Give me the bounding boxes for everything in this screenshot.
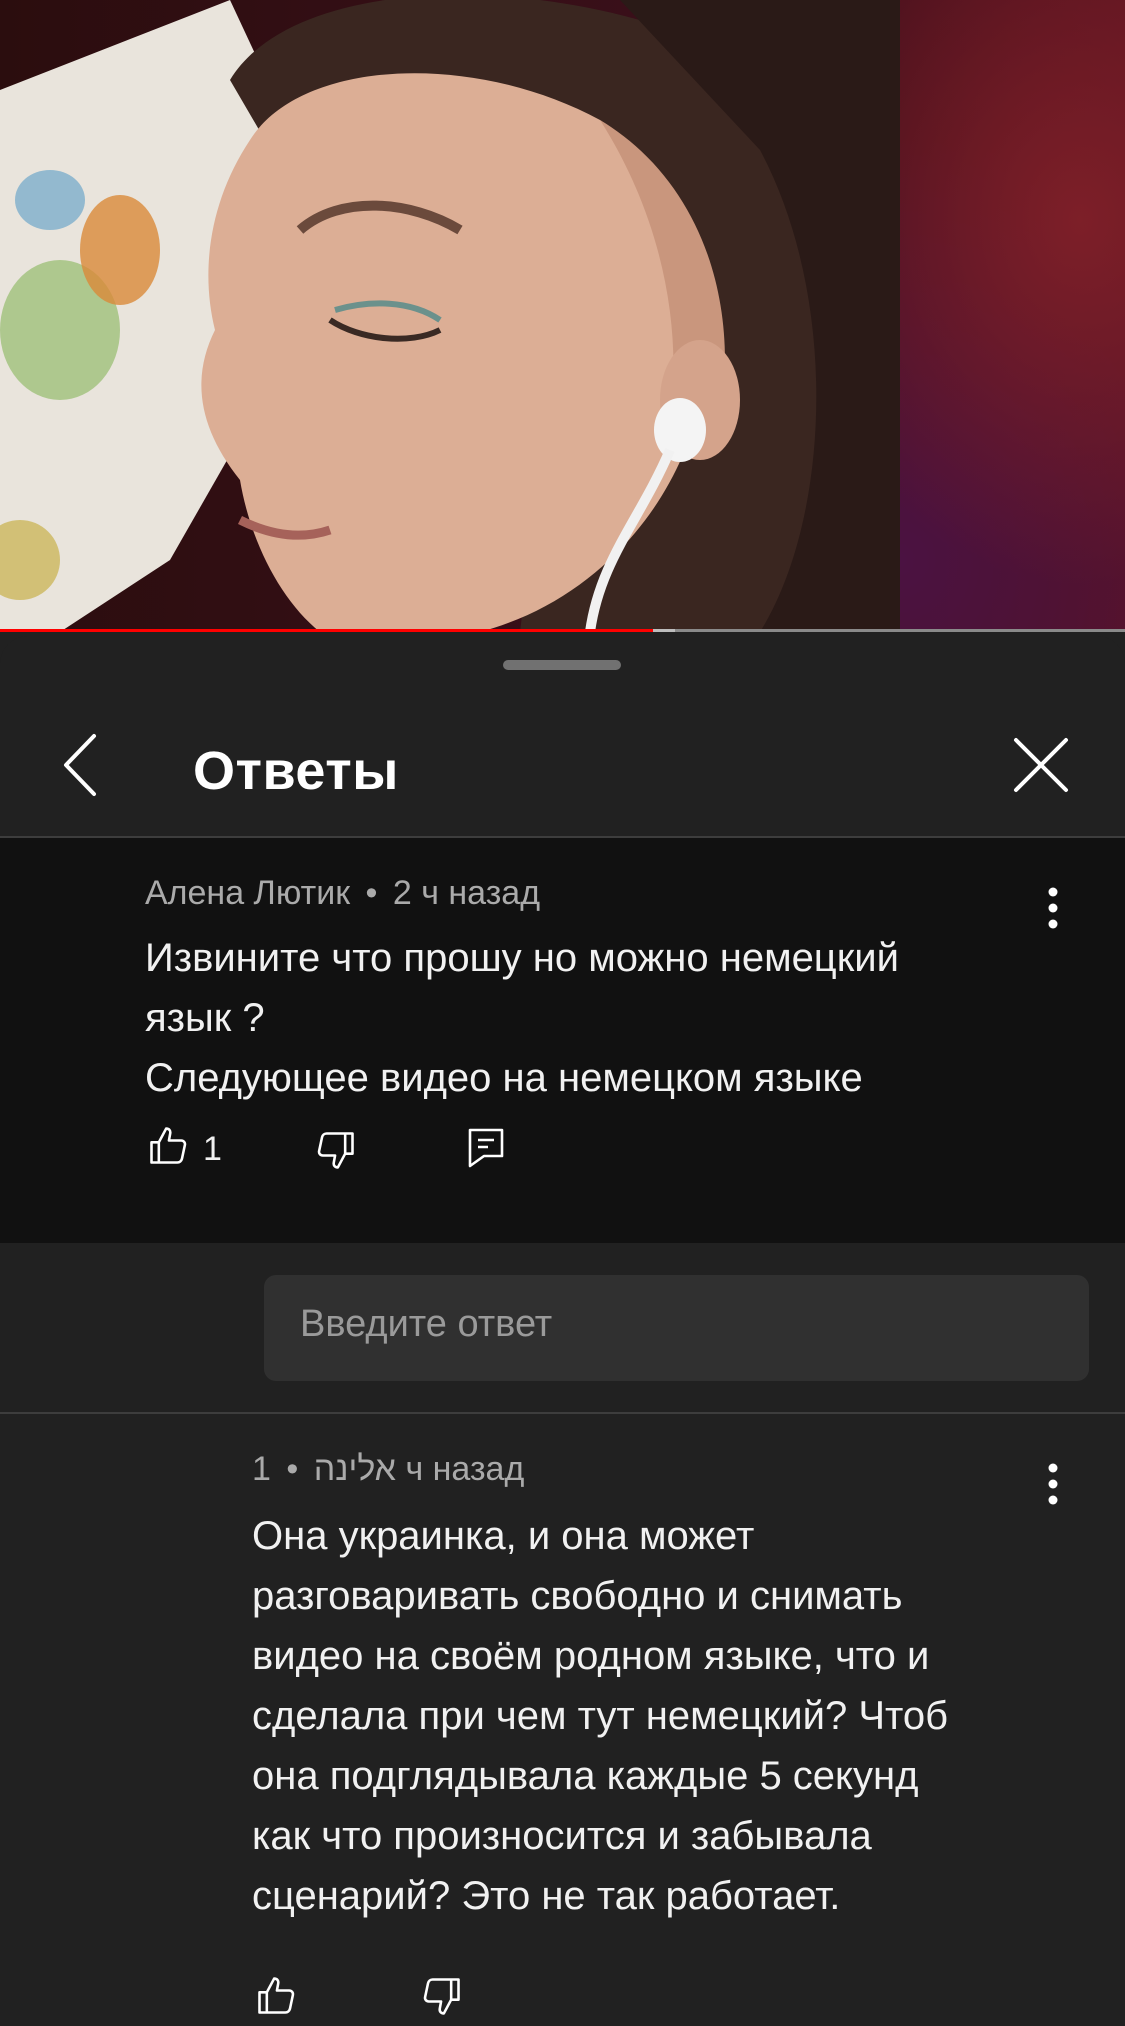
comment-menu-button[interactable] bbox=[1033, 1458, 1073, 1518]
close-icon bbox=[1014, 738, 1068, 792]
comment-author[interactable]: Алена Лютик bbox=[145, 874, 350, 912]
back-button[interactable] bbox=[50, 730, 120, 800]
thumbs-down-icon bbox=[317, 1132, 354, 1169]
close-button[interactable] bbox=[1004, 728, 1078, 802]
dislike-button[interactable] bbox=[420, 1974, 464, 2023]
comment-text: Извините что прошу но можно немецкий язы… bbox=[145, 928, 899, 1108]
chevron-left-icon bbox=[64, 734, 96, 796]
dislike-button[interactable] bbox=[314, 1128, 358, 1177]
drag-handle[interactable] bbox=[503, 660, 621, 670]
like-count: 1 bbox=[203, 1130, 222, 1168]
reply-input-placeholder: Введите ответ bbox=[300, 1303, 553, 1345]
replies-panel: Ответы Алена Лютик • 2 ч назад Извините … bbox=[0, 636, 1125, 2026]
comment-line: сценарий? Это не так работает. bbox=[252, 1874, 841, 1918]
more-vertical-icon bbox=[1048, 1463, 1058, 1505]
video-player[interactable] bbox=[0, 0, 1125, 632]
comment-icon bbox=[468, 1128, 504, 1168]
meta-separator: • bbox=[286, 1450, 299, 1488]
comment-line: Следующее видео на немецком языке bbox=[145, 1056, 863, 1100]
video-progress-bar[interactable] bbox=[0, 629, 1125, 632]
comment-text: Она украинка, и она может разговаривать … bbox=[252, 1506, 948, 1926]
thumbs-up-icon bbox=[150, 1127, 187, 1164]
reply-input[interactable]: Введите ответ bbox=[264, 1275, 1089, 1381]
comment-line: она подглядывала каждые 5 секунд bbox=[252, 1754, 919, 1798]
comment-meta: אלינה • 1 ч назад bbox=[252, 1450, 524, 1489]
progress-played bbox=[0, 629, 653, 632]
comment-line: Извините что прошу но можно немецкий bbox=[145, 936, 899, 980]
comment-author[interactable]: אלינה bbox=[314, 1450, 396, 1488]
like-button[interactable] bbox=[146, 1124, 190, 1173]
video-frame-image bbox=[0, 0, 900, 632]
thumbs-down-icon bbox=[423, 1978, 460, 2015]
meta-separator: • bbox=[365, 874, 378, 912]
page-title: Ответы bbox=[193, 741, 399, 801]
reply-button[interactable] bbox=[466, 1126, 506, 1175]
comment-line: разговаривать свободно и снимать bbox=[252, 1574, 903, 1618]
comment-line: сделала при чем тут немецкий? Чтоб bbox=[252, 1694, 949, 1738]
thumbs-up-icon bbox=[258, 1977, 295, 2014]
more-vertical-icon bbox=[1048, 887, 1058, 929]
comment-line: видео на своём родном языке, что и bbox=[252, 1634, 930, 1678]
like-button[interactable] bbox=[254, 1974, 298, 2023]
replies-header: Ответы bbox=[0, 696, 1125, 836]
comment-time: 2 ч назад bbox=[392, 874, 541, 912]
comment-meta: Алена Лютик • 2 ч назад bbox=[145, 874, 540, 913]
comment-line: Она украинка, и она может bbox=[252, 1514, 755, 1558]
comment-line: как что произносится и забывала bbox=[252, 1814, 872, 1858]
comment-line: язык ? bbox=[145, 996, 265, 1040]
parent-comment: Алена Лютик • 2 ч назад Извините что про… bbox=[0, 838, 1125, 1243]
comment-menu-button[interactable] bbox=[1033, 882, 1073, 942]
divider bbox=[0, 1412, 1125, 1414]
